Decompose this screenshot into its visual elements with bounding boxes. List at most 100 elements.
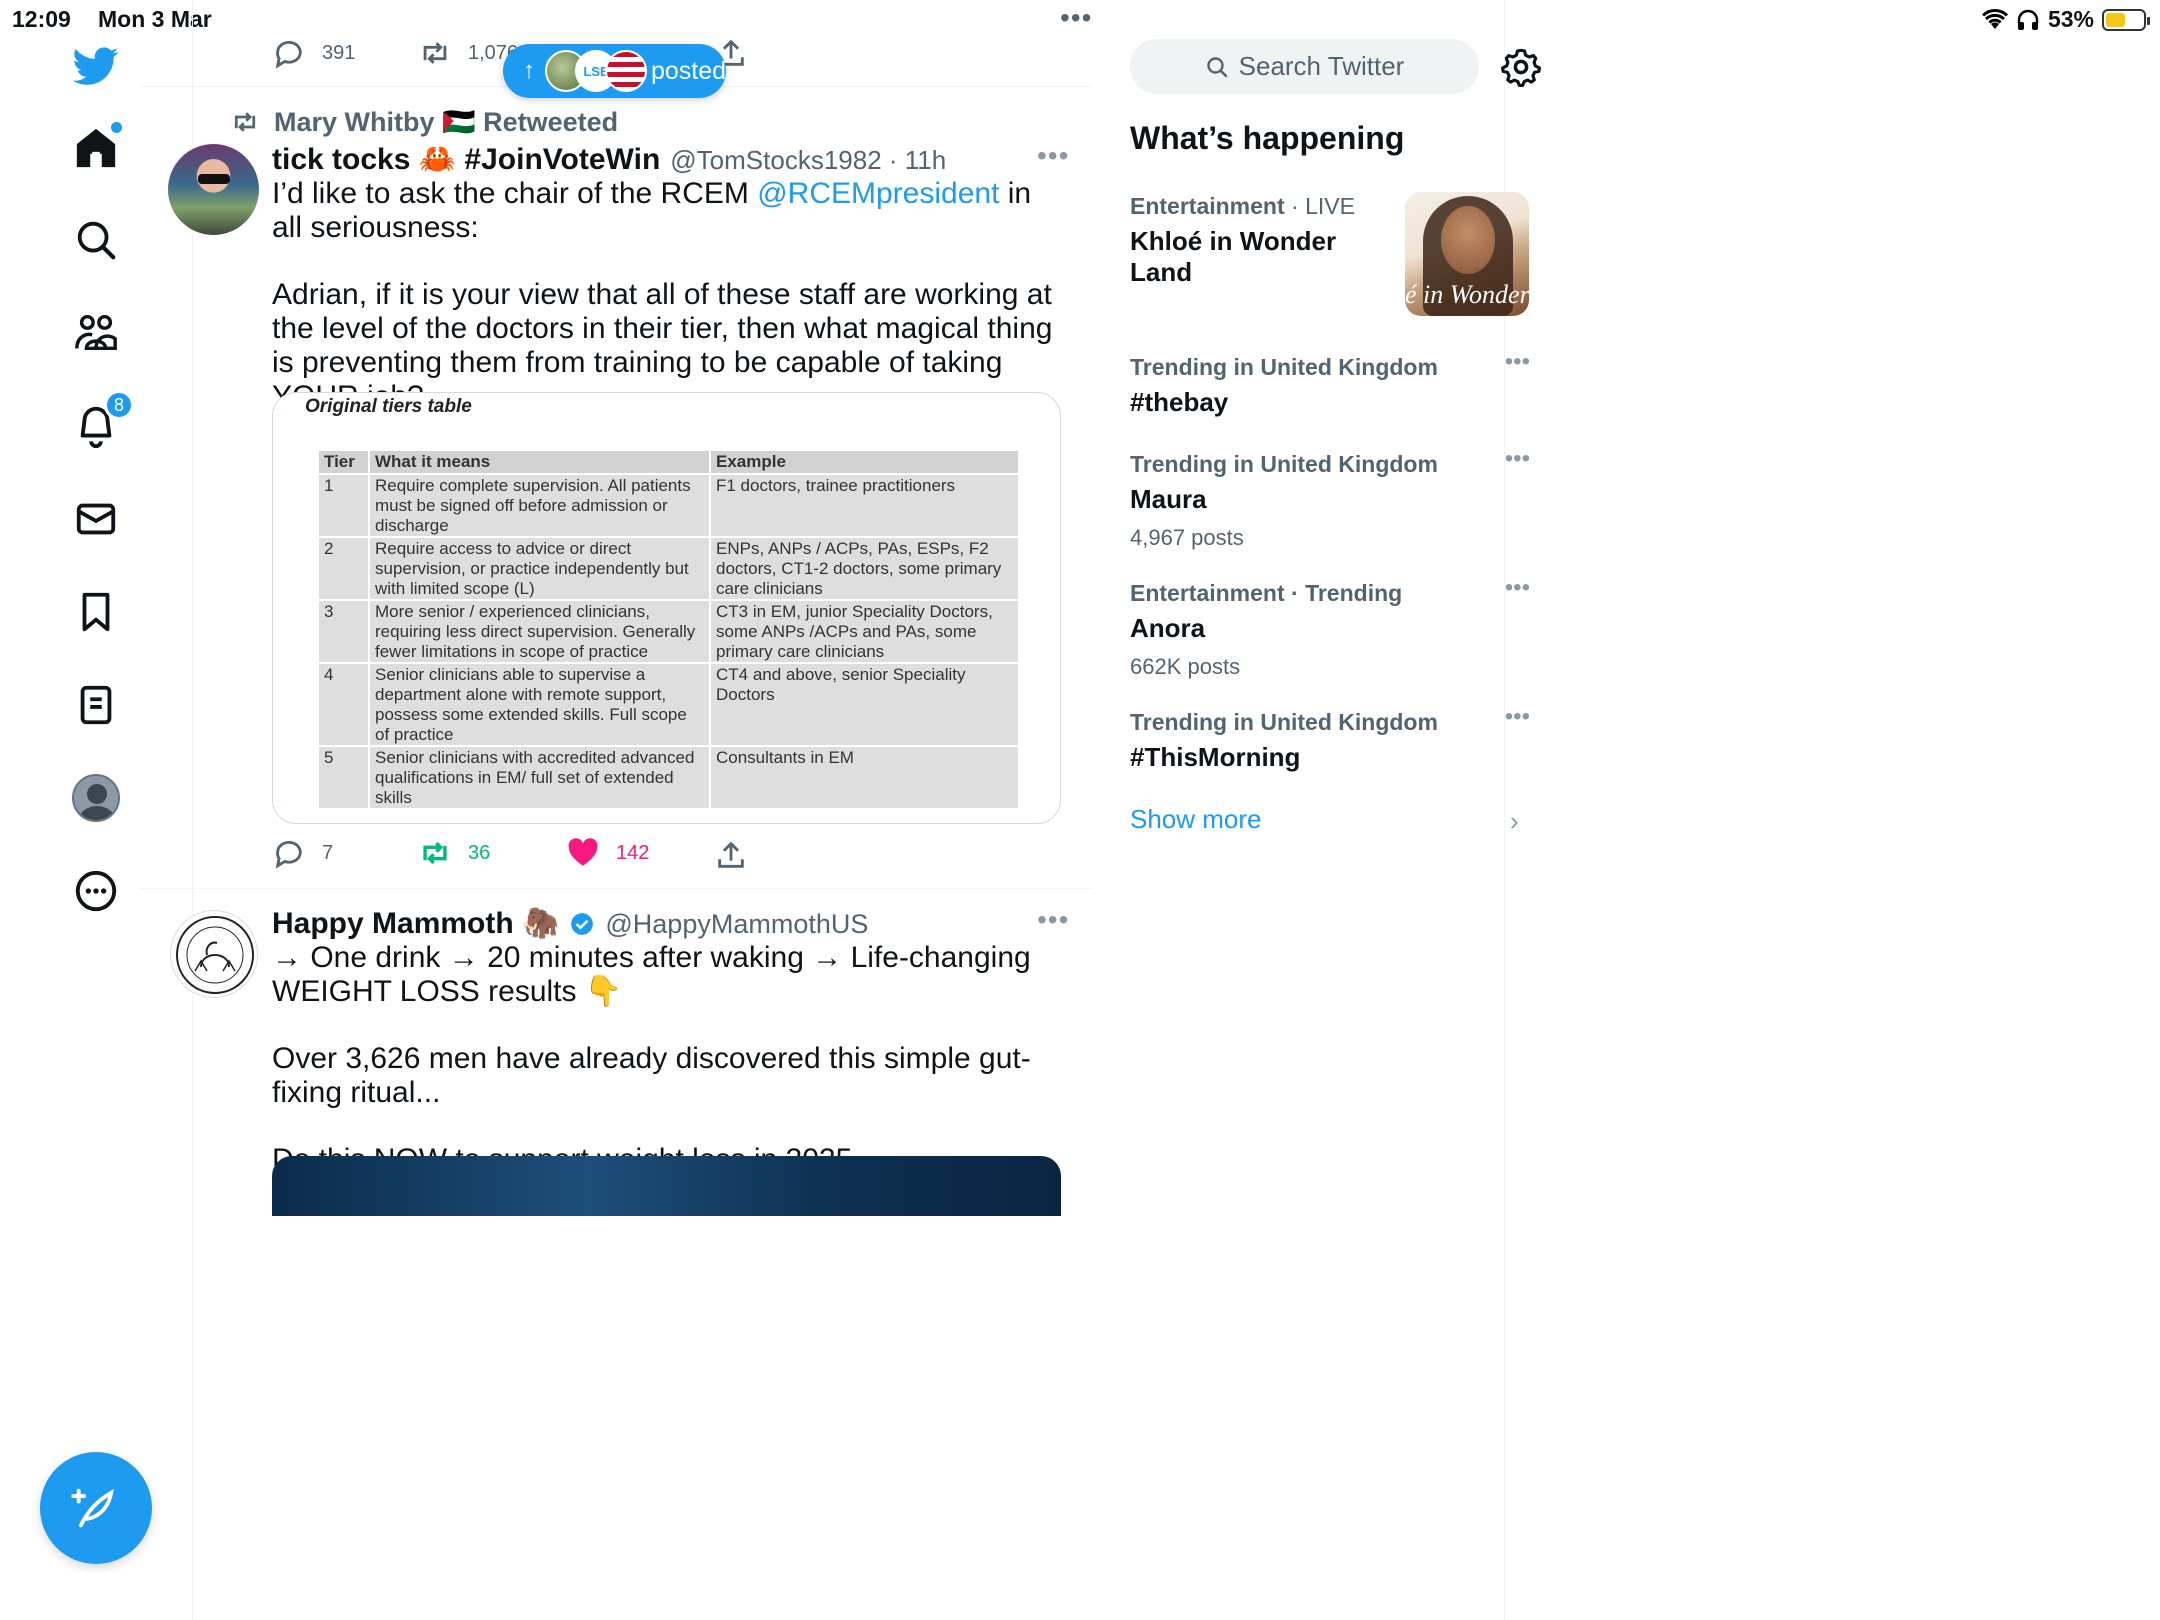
table-cell: Senior clinicians with accredited advanc… [368,746,710,810]
reply-icon [275,840,302,869]
compose-tweet-button[interactable] [40,1452,152,1564]
heart-filled-icon [568,838,598,866]
profile-avatar [72,774,120,822]
nav-more[interactable] [66,861,126,921]
table-cell: 1 [319,474,369,538]
headphones-icon [2017,9,2039,30]
retweet-icon [423,841,447,865]
nav-communities[interactable] [66,303,126,363]
table-cell: Senior clinicians able to supervise a de… [368,663,710,747]
tweet1-handle-time[interactable]: @TomStocks1982 · 11h [670,145,946,176]
new-posts-pill[interactable]: ↑ LSE posted [503,44,726,98]
retweet-icon [234,112,256,132]
tweet2-author-line[interactable]: Happy Mammoth 🦣 @HappyMammothUS [272,906,868,941]
share-icon [718,841,744,868]
trend-item[interactable]: Entertainment · Trending Anora 662K post… [1130,574,1530,680]
tweet1-author-name[interactable]: tick tocks 🦀 #JoinVoteWin [272,142,660,177]
tweet1-reply-action[interactable]: 7 [272,836,333,870]
table-cell: Require access to advice or direct super… [368,537,710,601]
trend-more-icon[interactable]: ••• [1505,574,1530,602]
pill-avatar [605,50,647,92]
nav-notifications[interactable]: 8 [66,390,134,456]
compose-feather-icon [71,1488,114,1528]
mention-link[interactable]: @RCEMpresident [757,177,999,210]
show-more-link[interactable]: Show more [1130,804,1262,835]
trend-meta: Trending in United Kingdom [1130,354,1438,380]
retweet-context[interactable]: Mary Whitby 🇵🇸 Retweeted [230,106,618,138]
tweet1-like-count: 142 [616,841,650,864]
tweet2-author-name[interactable]: Happy Mammoth 🦣 [272,906,559,941]
trend-name: Anora [1130,613,1206,643]
nav-profile[interactable] [66,768,126,828]
chevron-right-icon[interactable]: › [1510,806,1519,837]
prev-reply-action[interactable]: 391 [272,36,355,70]
search-placeholder: Search Twitter [1238,51,1405,81]
trend-more-icon[interactable]: ••• [1505,703,1530,731]
media-title: Original tiers table [305,396,472,417]
communities-icon [75,314,117,351]
table-header: Example [709,451,1018,475]
table-cell: ENPs, ANPs / ACPs, PAs, ESPs, F2 doctors… [709,537,1018,601]
tweet1-share-action[interactable] [714,838,748,872]
tiers-table: Tier What it means Example 1 Require comp… [319,451,1018,810]
tweet1-media-card[interactable]: Original tiers table Tier What it means … [272,392,1061,824]
left-navigation: 8 [0,0,193,1620]
table-cell: 3 [319,600,369,664]
trend-meta: Trending in United Kingdom [1130,709,1438,735]
table-cell: Consultants in EM [709,746,1018,810]
settings-gear-icon[interactable] [1500,46,1542,88]
trend-item[interactable]: Trending in United Kingdom #ThisMorning … [1130,703,1530,773]
retweet-icon [423,42,447,64]
tweet-divider [140,888,1091,889]
tweet2-media-image[interactable] [272,1156,1061,1216]
nav-explore[interactable] [66,210,126,270]
nav-home[interactable] [66,118,126,178]
table-cell: Require complete supervision. All patien… [368,474,710,538]
table-cell: 4 [319,663,369,747]
battery-percent: 53% [2047,6,2094,32]
search-input[interactable]: Search Twitter [1130,39,1479,94]
trend-live-label: · LIVE [1284,193,1355,219]
tweet2-paragraph: Over 3,626 men have already discovered t… [272,1042,1031,1109]
mammoth-logo-icon [176,916,254,994]
table-row: 4 Senior clinicians able to supervise a d… [319,663,1018,747]
mail-icon [76,503,116,535]
home-icon [76,128,116,168]
tweet1-retweet-action[interactable]: 36 [418,836,490,870]
search-icon [1206,56,1227,77]
trend-thumbnail-text: é in Wonder L [1405,280,1529,309]
tweet1-paragraph: I’d like to ask the chair of the RCEM @R… [272,177,1062,245]
trend-item[interactable]: Trending in United Kingdom #thebay ••• [1130,348,1530,418]
prev-reply-count: 391 [322,41,356,64]
trend-item[interactable]: Trending in United Kingdom Maura 4,967 p… [1130,445,1530,551]
table-header: What it means [368,451,710,475]
twitter-logo-icon[interactable] [66,36,126,96]
table-row: 1 Require complete supervision. All patie… [319,474,1018,538]
trend-more-icon[interactable]: ••• [1505,445,1530,473]
tweet2-author-avatar[interactable] [170,910,258,998]
nav-lists[interactable] [66,675,126,735]
trend-item[interactable]: Entertainment · LIVE Khloé in Wonder Lan… [1130,193,1400,288]
lists-icon [80,685,112,725]
home-unread-dot [111,122,122,133]
tweet1-author-line[interactable]: tick tocks 🦀 #JoinVoteWin @TomStocks1982… [272,142,946,177]
tweet1-more-icon[interactable]: ••• [1037,140,1069,172]
tweet2-more-icon[interactable]: ••• [1037,904,1069,936]
wifi-icon [1981,8,2008,29]
tweet1-like-action[interactable]: 142 [566,836,649,870]
trend-thumbnail-image[interactable]: é in Wonder L [1405,192,1529,316]
pill-avatars: LSE [545,48,647,94]
table-header-row: Tier What it means Example [319,451,1018,475]
trend-more-icon[interactable]: ••• [1505,348,1530,376]
search-icon [77,221,116,260]
nav-bookmarks[interactable] [66,582,126,642]
table-cell: F1 doctors, trainee practitioners [709,474,1018,538]
bookmark-icon [82,592,110,632]
trend-meta: Trending in United Kingdom [1130,451,1438,477]
trend-name: Khloé in Wonder Land [1130,226,1337,287]
table-row: 2 Require access to advice or direct supe… [319,537,1018,601]
tweet2-handle[interactable]: @HappyMammothUS [605,909,868,940]
tweet1-author-avatar[interactable] [168,144,259,235]
trend-name: #ThisMorning [1130,742,1301,772]
nav-messages[interactable] [66,489,126,549]
